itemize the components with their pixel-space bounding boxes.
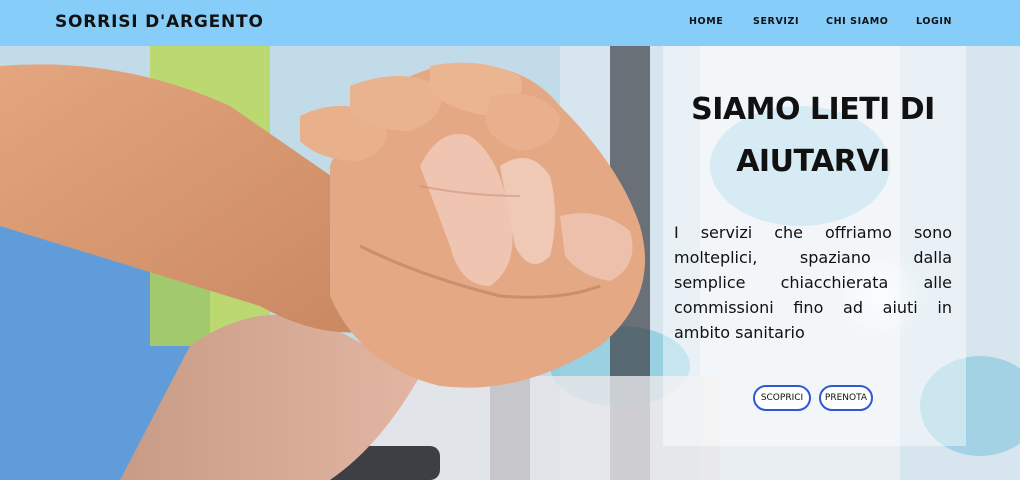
navbar: SORRISI D'ARGENTO HOME SERVIZI CHI SIAMO…: [0, 0, 1020, 46]
nav-link-login[interactable]: LOGIN: [916, 16, 952, 27]
prenota-button[interactable]: PRENOTA: [819, 385, 873, 411]
main-nav: HOME SERVIZI CHI SIAMO LOGIN: [0, 16, 1020, 30]
nav-link-home[interactable]: HOME: [689, 16, 723, 27]
hero-description: I servizi che offriamo sono molteplici, …: [674, 223, 952, 342]
hero-title: SIAMO LIETI DI AIUTARVI: [691, 92, 935, 179]
scoprici-button[interactable]: SCOPRICI: [753, 385, 811, 411]
nav-link-servizi[interactable]: SERVIZI: [753, 16, 799, 27]
nav-link-chi-siamo[interactable]: CHI SIAMO: [826, 16, 888, 27]
